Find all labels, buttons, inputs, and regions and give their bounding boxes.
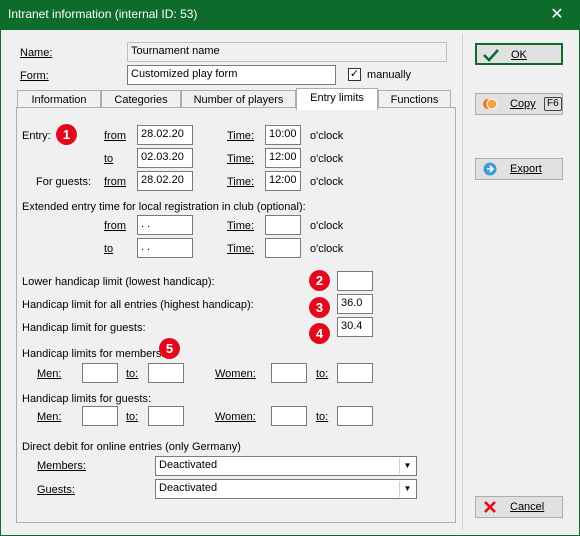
members-handicap-group-label: Handicap limits for members:: [22, 348, 165, 360]
debit-members-label: Members:: [37, 460, 86, 472]
name-label: Name:: [20, 47, 53, 59]
members-women-label: Women:: [215, 368, 256, 380]
copy-label: Copy: [510, 98, 536, 110]
divider: [462, 34, 463, 530]
chevron-down-icon: ▼: [399, 481, 415, 497]
lower-handicap-field[interactable]: [337, 271, 373, 291]
manually-checkbox[interactable]: ✓: [348, 68, 361, 81]
guests-women-to[interactable]: [337, 406, 373, 426]
cancel-x-icon: [484, 501, 496, 513]
debit-members-value: Deactivated: [159, 459, 218, 471]
badge-4: 4: [309, 323, 330, 344]
members-men-to-label: to:: [126, 368, 139, 380]
badge-5: 5: [159, 338, 180, 359]
ok-button[interactable]: OK: [475, 43, 563, 65]
guests-men-to[interactable]: [148, 406, 184, 426]
export-button[interactable]: Export: [475, 158, 563, 180]
guests-women-label: Women:: [215, 411, 256, 423]
direct-debit-label: Direct debit for online entries (only Ge…: [22, 441, 241, 453]
export-label: Export: [510, 163, 542, 175]
entry-from-label: from: [104, 130, 126, 142]
guests-time-label: Time:: [227, 176, 255, 188]
tab-entry-limits[interactable]: Entry limits: [296, 88, 378, 110]
guests-oclock: o'clock: [310, 176, 344, 188]
close-icon[interactable]: ✕: [534, 0, 580, 30]
extended-from-time-label: Time:: [227, 220, 255, 232]
cancel-label: Cancel: [510, 501, 545, 513]
entry-from-date[interactable]: 28.02.20: [137, 125, 193, 145]
extended-to-oclock: o'clock: [310, 243, 344, 255]
members-women-to[interactable]: [337, 363, 373, 383]
entry-from-oclock: o'clock: [310, 130, 344, 142]
copy-button[interactable]: Copy F6: [475, 93, 563, 115]
members-women-from[interactable]: [271, 363, 307, 383]
window-title: Intranet information (internal ID: 53): [8, 7, 198, 21]
extended-entry-label: Extended entry time for local registrati…: [22, 201, 306, 213]
extended-to-time[interactable]: [265, 238, 301, 258]
export-icon: [483, 162, 497, 176]
lower-handicap-label: Lower handicap limit (lowest handicap):: [22, 276, 215, 288]
entry-from-time-label: Time:: [227, 130, 255, 142]
members-men-label: Men:: [37, 368, 62, 380]
cancel-button[interactable]: Cancel: [475, 496, 563, 518]
guests-women-to-label: to:: [316, 411, 329, 423]
copy-icon: [483, 98, 498, 110]
entry-from-time[interactable]: 10:00: [265, 125, 301, 145]
entry-to-oclock: o'clock: [310, 153, 344, 165]
guests-men-to-label: to:: [126, 411, 139, 423]
entry-to-label: to: [104, 153, 114, 165]
guests-handicap-label: Handicap limit for guests:: [22, 322, 146, 334]
members-men-from[interactable]: [82, 363, 118, 383]
ok-label: OK: [511, 49, 527, 61]
guests-from-date[interactable]: 28.02.20: [137, 171, 193, 191]
form-label: Form:: [20, 70, 49, 82]
entry-to-date[interactable]: 02.03.20: [137, 148, 193, 168]
guests-from-label: from: [104, 176, 126, 188]
entry-to-time-label: Time:: [227, 153, 255, 165]
copy-shortcut-key: F6: [544, 97, 562, 111]
entry-label: Entry:: [22, 130, 51, 142]
extended-from-date[interactable]: . .: [137, 215, 193, 235]
extended-to-date[interactable]: . .: [137, 238, 193, 258]
guests-women-from[interactable]: [271, 406, 307, 426]
debit-members-select[interactable]: Deactivated ▼: [155, 456, 417, 476]
debit-guests-select[interactable]: Deactivated ▼: [155, 479, 417, 499]
members-women-to-label: to:: [316, 368, 329, 380]
debit-guests-value: Deactivated: [159, 482, 218, 494]
guests-entry-label: For guests:: [36, 176, 92, 188]
all-entries-handicap-field[interactable]: 36.0: [337, 294, 373, 314]
guests-handicap-group-label: Handicap limits for guests:: [22, 393, 151, 405]
extended-to-label: to: [104, 243, 114, 255]
all-entries-handicap-label: Handicap limit for all entries (highest …: [22, 299, 254, 311]
guests-handicap-field[interactable]: 30.4: [337, 317, 373, 337]
guests-men-label: Men:: [37, 411, 62, 423]
entry-to-time[interactable]: 12:00: [265, 148, 301, 168]
name-field: Tournament name: [127, 42, 447, 62]
checkmark-icon: [483, 49, 499, 62]
extended-from-time[interactable]: [265, 215, 301, 235]
extended-from-label: from: [104, 220, 126, 232]
badge-1: 1: [56, 124, 77, 145]
badge-3: 3: [309, 297, 330, 318]
extended-to-time-label: Time:: [227, 243, 255, 255]
chevron-down-icon: ▼: [399, 458, 415, 474]
extended-from-oclock: o'clock: [310, 220, 344, 232]
guests-men-from[interactable]: [82, 406, 118, 426]
manually-label: manually: [367, 69, 412, 81]
members-men-to[interactable]: [148, 363, 184, 383]
title-bar: Intranet information (internal ID: 53) ✕: [0, 0, 580, 30]
badge-2: 2: [309, 270, 330, 291]
debit-guests-label: Guests:: [37, 484, 75, 496]
guests-time[interactable]: 12:00: [265, 171, 301, 191]
form-field[interactable]: Customized play form: [127, 65, 336, 85]
